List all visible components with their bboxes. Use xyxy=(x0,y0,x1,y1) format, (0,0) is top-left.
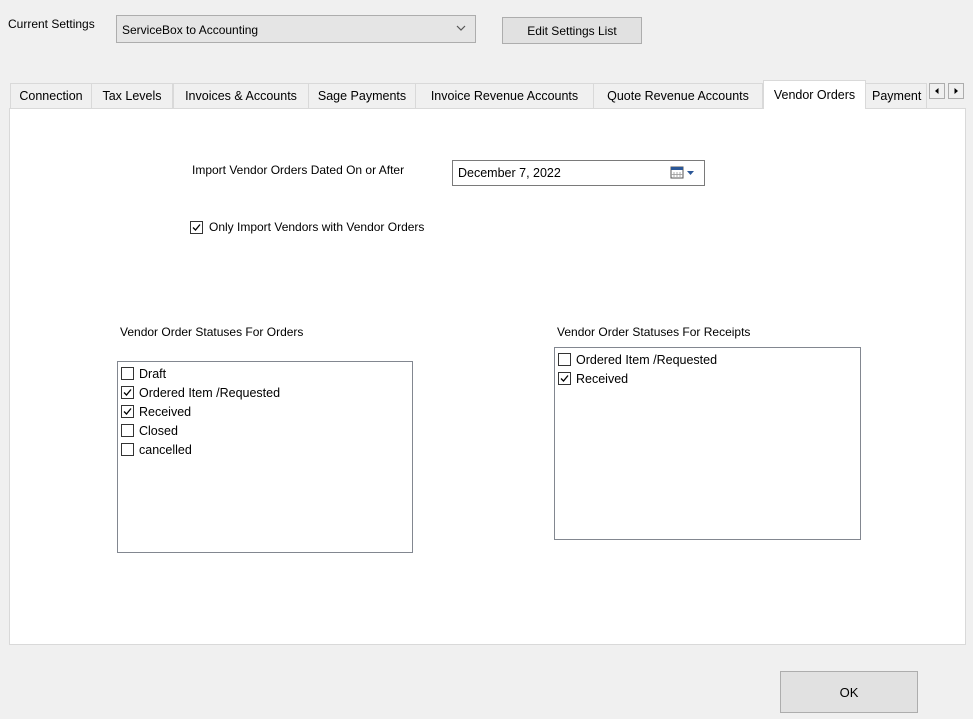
list-item[interactable]: Received xyxy=(555,369,860,388)
tab-tax-levels-label: Tax Levels xyxy=(102,89,162,103)
status-checkbox-cancelled[interactable] xyxy=(121,443,134,456)
tab-invoices-accounts-label: Invoices & Accounts xyxy=(185,89,297,103)
status-label-cancelled: cancelled xyxy=(139,442,192,457)
arrow-left-icon xyxy=(935,88,939,94)
checkmark-icon xyxy=(192,223,201,231)
list-item[interactable]: Closed xyxy=(118,421,412,440)
status-checkbox-received[interactable] xyxy=(121,405,134,418)
list-item[interactable]: cancelled xyxy=(118,440,412,459)
orders-statuses-list[interactable]: Draft Ordered Item /Requested Received C… xyxy=(117,361,413,553)
tab-invoice-revenue-accounts-label: Invoice Revenue Accounts xyxy=(430,89,579,103)
tab-scroll-right-button[interactable] xyxy=(948,83,964,99)
status-label-closed: Closed xyxy=(139,423,178,438)
tab-sage-payments[interactable]: Sage Payments xyxy=(308,83,416,108)
tab-scroll-left-button[interactable] xyxy=(929,83,945,99)
only-import-vendors-checkbox[interactable]: Only Import Vendors with Vendor Orders xyxy=(190,220,424,234)
import-date-label: Import Vendor Orders Dated On or After xyxy=(192,163,405,177)
status-checkbox-ordered[interactable] xyxy=(121,386,134,399)
tab-tax-levels[interactable]: Tax Levels xyxy=(91,83,173,108)
tab-quote-revenue-accounts-label: Quote Revenue Accounts xyxy=(607,89,749,103)
receipts-statuses-title: Vendor Order Statuses For Receipts xyxy=(557,325,751,339)
checkmark-icon xyxy=(560,375,569,382)
receipt-checkbox-ordered[interactable] xyxy=(558,353,571,366)
status-checkbox-draft[interactable] xyxy=(121,367,134,380)
import-date-picker[interactable]: December 7, 2022 xyxy=(452,160,705,186)
tab-invoice-revenue-accounts[interactable]: Invoice Revenue Accounts xyxy=(415,83,594,108)
receipt-label-ordered: Ordered Item /Requested xyxy=(576,352,718,367)
tab-sage-payments-label: Sage Payments xyxy=(317,89,407,103)
only-import-vendors-check[interactable] xyxy=(190,220,203,234)
arrow-right-icon xyxy=(954,88,958,94)
status-label-draft: Draft xyxy=(139,366,167,381)
calendar-icon[interactable] xyxy=(670,166,696,180)
status-label-received: Received xyxy=(139,404,192,419)
current-settings-value: ServiceBox to Accounting xyxy=(122,23,259,37)
import-date-value: December 7, 2022 xyxy=(458,166,561,180)
tab-connection[interactable]: Connection xyxy=(10,83,92,108)
chevron-down-icon xyxy=(456,25,466,31)
tab-vendor-orders-label: Vendor Orders xyxy=(773,88,856,102)
ok-button-label: OK xyxy=(839,684,859,700)
tab-connection-label: Connection xyxy=(19,89,83,103)
ok-button[interactable]: OK xyxy=(780,671,918,713)
current-settings-label: Current Settings xyxy=(8,17,95,31)
receipt-checkbox-received[interactable] xyxy=(558,372,571,385)
list-item[interactable]: Ordered Item /Requested xyxy=(555,350,860,369)
list-item[interactable]: Ordered Item /Requested xyxy=(118,383,412,402)
tab-vendor-orders[interactable]: Vendor Orders xyxy=(763,80,866,109)
receipt-label-received: Received xyxy=(576,371,629,386)
only-import-vendors-label: Only Import Vendors with Vendor Orders xyxy=(209,220,425,234)
status-label-ordered: Ordered Item /Requested xyxy=(139,385,281,400)
orders-statuses-title: Vendor Order Statuses For Orders xyxy=(120,325,304,339)
edit-settings-list-label: Edit Settings List xyxy=(527,23,617,38)
list-item[interactable]: Draft xyxy=(118,364,412,383)
checkmark-icon xyxy=(123,389,132,396)
receipts-statuses-list[interactable]: Ordered Item /Requested Received xyxy=(554,347,861,540)
tab-payment-label: Payment xyxy=(872,89,922,103)
edit-settings-list-button[interactable]: Edit Settings List xyxy=(502,17,642,44)
status-checkbox-closed[interactable] xyxy=(121,424,134,437)
checkmark-icon xyxy=(123,408,132,415)
tab-payment[interactable]: Payment xyxy=(865,83,927,108)
list-item[interactable]: Received xyxy=(118,402,412,421)
tab-quote-revenue-accounts[interactable]: Quote Revenue Accounts xyxy=(593,83,763,108)
tab-invoices-accounts[interactable]: Invoices & Accounts xyxy=(173,83,309,108)
current-settings-combo[interactable]: ServiceBox to Accounting xyxy=(116,15,476,43)
